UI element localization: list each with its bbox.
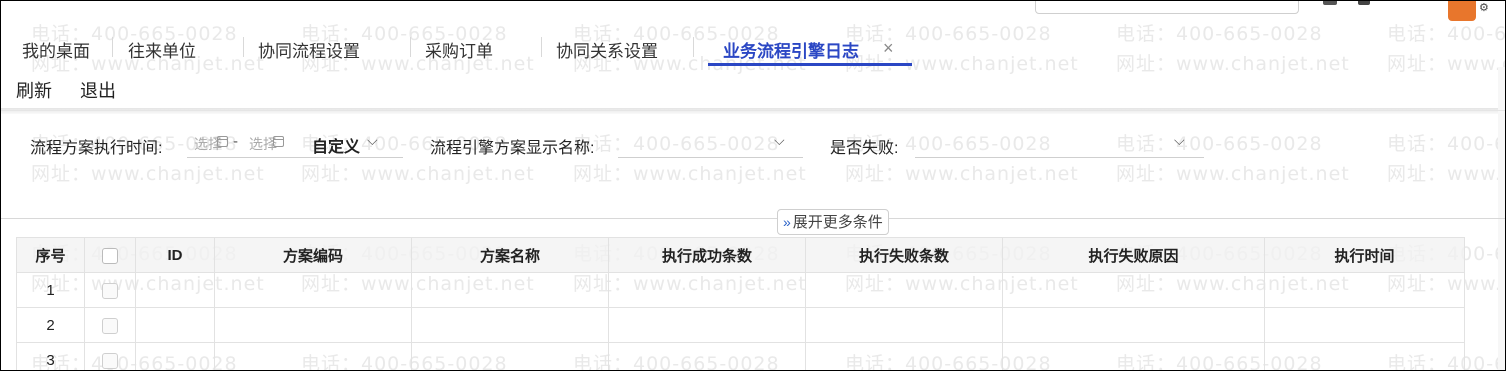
exit-button[interactable]: 退出 (80, 77, 116, 103)
table-cell (135, 342, 215, 370)
active-tab-indicator (708, 63, 912, 66)
row-checkbox-cell[interactable] (84, 342, 136, 370)
table-row[interactable]: 2 (16, 307, 1465, 343)
table-row[interactable]: 3 (16, 342, 1465, 370)
column-header[interactable]: 执行失败条数 (805, 237, 1003, 273)
row-checkbox[interactable] (102, 317, 118, 334)
table-cell (135, 307, 215, 343)
table-cell (1002, 272, 1265, 308)
column-header[interactable]: 方案编码 (214, 237, 412, 273)
row-checkbox-cell[interactable] (84, 307, 136, 343)
scheme-name-select[interactable] (618, 157, 803, 158)
tab-separator (410, 37, 411, 57)
toolbar: 刷新 退出 (1, 67, 1505, 111)
column-header[interactable]: 执行时间 (1264, 237, 1465, 273)
scheme-name-label: 流程引擎方案显示名称: (430, 140, 595, 157)
exec-time-label: 流程方案执行时间: (30, 140, 163, 157)
row-index: 3 (16, 342, 85, 370)
table-cell (805, 342, 1003, 370)
data-table: 序号 ID 方案编码 方案名称 执行成功条数 执行失败条数 执行失败原因 执行时… (16, 237, 1465, 370)
double-chevron-down-icon: » (783, 214, 791, 230)
select-all-checkbox[interactable] (102, 247, 118, 264)
table-cell (214, 307, 412, 343)
column-header[interactable]: 执行失败原因 (1002, 237, 1265, 273)
close-icon[interactable]: × (883, 38, 894, 59)
table-cell (411, 272, 609, 308)
table-cell (805, 272, 1003, 308)
tab-separator (112, 37, 113, 57)
failed-select[interactable] (915, 157, 1204, 158)
expand-more-label: 展开更多条件 (792, 214, 883, 231)
table-cell (135, 272, 215, 308)
table-cell (1002, 342, 1265, 370)
tab-separator (541, 37, 542, 57)
failed-label: 是否失败: (830, 140, 899, 157)
column-header[interactable]: 执行成功条数 (608, 237, 806, 273)
chevron-down-icon[interactable]: ⌵ (1174, 132, 1185, 149)
table-cell (805, 307, 1003, 343)
column-header[interactable]: 序号 (16, 237, 85, 273)
tab-relation-settings[interactable]: 协同关系设置 (556, 37, 658, 62)
row-index: 1 (16, 272, 85, 308)
table-cell (214, 342, 412, 370)
date-separator: - (233, 133, 238, 150)
column-header[interactable]: ID (135, 237, 215, 273)
row-checkbox[interactable] (102, 352, 118, 369)
tab-my-desktop[interactable]: 我的桌面 (22, 37, 90, 62)
row-checkbox-cell[interactable] (84, 272, 136, 308)
tab-bar: 我的桌面 往来单位 协同流程设置 采购订单 协同关系设置 业务流程引擎日志 × (1, 1, 1505, 67)
row-checkbox[interactable] (102, 282, 118, 299)
calendar-icon[interactable] (273, 136, 284, 147)
table-cell (1002, 307, 1265, 343)
table-cell (1264, 342, 1465, 370)
table-header-row: 序号 ID 方案编码 方案名称 执行成功条数 执行失败条数 执行失败原因 执行时… (16, 237, 1465, 273)
chevron-down-icon[interactable]: ⌵ (774, 132, 785, 149)
tab-purchase-order[interactable]: 采购订单 (425, 37, 493, 62)
table-cell (214, 272, 412, 308)
tab-separator (693, 37, 694, 57)
tab-partners[interactable]: 往来单位 (128, 37, 196, 62)
table-cell (608, 342, 806, 370)
row-index: 2 (16, 307, 85, 343)
chevron-down-icon[interactable]: ⌵ (367, 132, 378, 149)
filter-divider (1, 218, 1505, 219)
refresh-button[interactable]: 刷新 (16, 77, 52, 103)
select-all-checkbox-cell[interactable] (84, 237, 136, 273)
table-cell (411, 307, 609, 343)
table-cell (608, 272, 806, 308)
range-select[interactable]: 自定义 (312, 133, 360, 157)
table-cell (1264, 307, 1465, 343)
app-window: 电话：400-665-0028 电话：400-665-0028 电话：400-6… (0, 0, 1506, 371)
table-cell (608, 307, 806, 343)
table-cell (1264, 272, 1465, 308)
tab-workflow-settings[interactable]: 协同流程设置 (258, 37, 360, 62)
column-header[interactable]: 方案名称 (411, 237, 609, 273)
table-row[interactable]: 1 (16, 272, 1465, 308)
expand-more-button[interactable]: » 展开更多条件 (777, 209, 889, 235)
tab-separator (243, 37, 244, 57)
tab-engine-log[interactable]: 业务流程引擎日志 (723, 37, 859, 62)
input-underline (187, 157, 403, 158)
table-cell (411, 342, 609, 370)
calendar-icon[interactable] (217, 136, 228, 147)
filter-panel: 流程方案执行时间: 选择 - 选择 自定义 ⌵ 流程引擎方案显示名称: ⌵ 是否… (1, 114, 1505, 219)
